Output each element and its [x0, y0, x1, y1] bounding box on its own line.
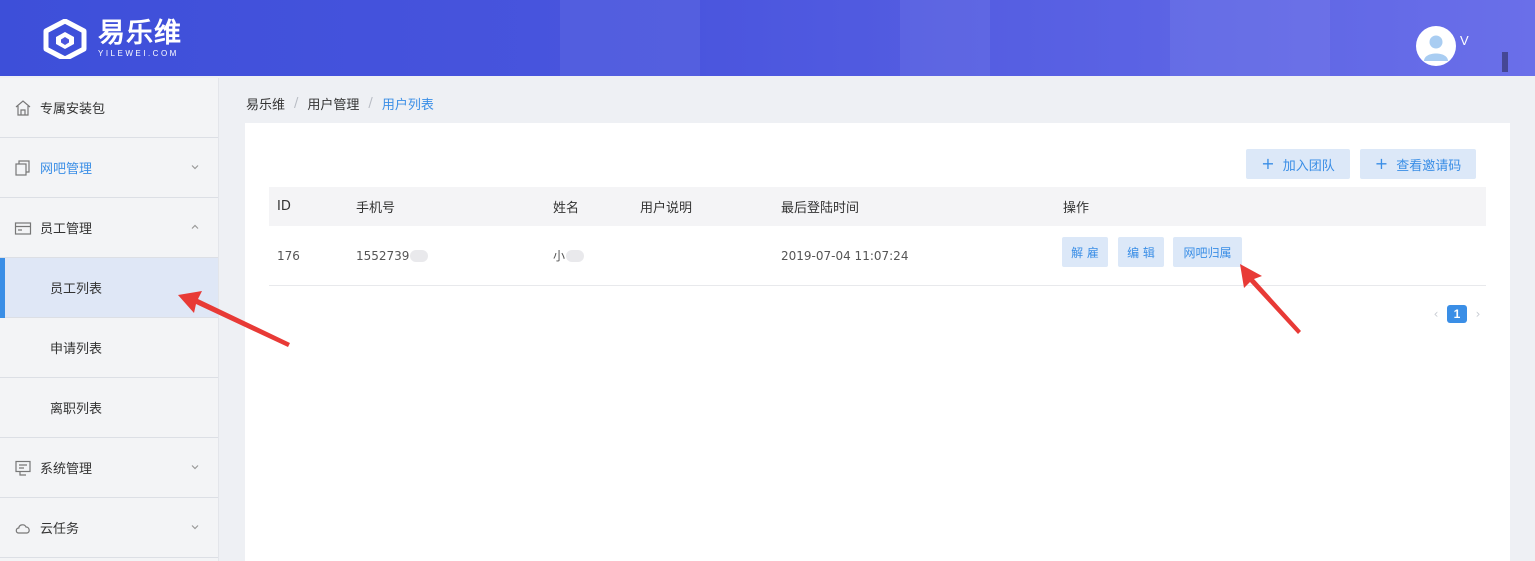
- app-logo[interactable]: 易乐维 YILEWEI.COM: [42, 19, 182, 59]
- chevron-down-icon: [191, 465, 199, 470]
- cloud-icon: [14, 519, 32, 537]
- sidebar-item-label: 专属安装包: [40, 102, 106, 117]
- header-decoration: [900, 0, 990, 76]
- column-header-phone: 手机号: [356, 201, 396, 216]
- sidebar-item-label: 系统管理: [40, 462, 93, 477]
- plus-icon: +: [1261, 154, 1275, 173]
- sidebar-item-staff-management[interactable]: 员工管理: [0, 198, 218, 258]
- header-decoration: [560, 0, 700, 76]
- cell-phone: 1552739: [356, 226, 429, 285]
- cell-last-login: 2019-07-04 11:07:24: [781, 248, 909, 263]
- sidebar-item-staff-list[interactable]: 员工列表: [0, 258, 218, 318]
- cell-phone-text: 1552739: [356, 248, 410, 263]
- chevron-down-icon: [191, 525, 199, 530]
- cell-name-text: 小: [553, 249, 566, 263]
- column-header-name: 姓名: [553, 201, 580, 216]
- card-icon: [14, 219, 32, 237]
- column-header-actions: 操作: [1063, 201, 1090, 216]
- join-team-label: 加入团队: [1282, 158, 1335, 174]
- redaction-blur: [566, 249, 585, 262]
- breadcrumb-item[interactable]: 易乐维: [246, 94, 285, 113]
- sidebar-item-label: 云任务: [40, 522, 80, 537]
- username[interactable]: V: [1460, 33, 1469, 48]
- sidebar-item-netcafe-management[interactable]: 网吧管理: [0, 138, 218, 198]
- column-header-id: ID: [277, 199, 291, 214]
- table-row: 176 1552739 小 2019-07-04 11:07:24 解 雇 编 …: [269, 226, 1486, 286]
- sidebar-item-label: 网吧管理: [40, 162, 93, 177]
- user-table: ID 手机号 姓名 用户说明 最后登陆时间 操作 176 1552739 小 2…: [269, 187, 1486, 286]
- content-card: + 加入团队 + 查看邀请码 ID 手机号 姓名 用户说明 最后登陆时间 操作 …: [245, 123, 1510, 561]
- cell-id: 176: [277, 248, 300, 263]
- pagination: ‹ 1 ›: [1431, 305, 1483, 323]
- top-header: 易乐维 YILEWEI.COM V: [0, 0, 1535, 76]
- sidebar-item-label: 申请列表: [50, 342, 103, 357]
- sidebar-item-label: 离职列表: [50, 402, 103, 417]
- header-edge-strip: [1502, 52, 1508, 72]
- breadcrumb-separator: /: [294, 96, 299, 111]
- prev-page-icon[interactable]: ‹: [1431, 307, 1441, 321]
- sidebar-item-label: 员工列表: [50, 282, 103, 297]
- breadcrumb-current: 用户列表: [381, 98, 434, 113]
- netcafe-ownership-button[interactable]: 网吧归属: [1173, 237, 1242, 267]
- dismiss-button[interactable]: 解 雇: [1062, 237, 1108, 267]
- logo-subtitle: YILEWEI.COM: [98, 48, 179, 58]
- user-avatar-icon: [1424, 35, 1448, 61]
- breadcrumb-item[interactable]: 用户管理: [307, 94, 359, 113]
- redaction-blur: [410, 249, 429, 262]
- next-page-icon[interactable]: ›: [1473, 307, 1483, 321]
- view-invite-code-label: 查看邀请码: [1396, 158, 1462, 174]
- header-decoration: [1170, 0, 1330, 76]
- copy-icon: [14, 159, 32, 177]
- sidebar-item-system-management[interactable]: 系统管理: [0, 438, 218, 498]
- join-team-button[interactable]: + 加入团队: [1246, 149, 1350, 179]
- edit-button[interactable]: 编 辑: [1118, 237, 1164, 267]
- sidebar: 专属安装包 网吧管理 员工管理 员工列表 申请列表 离职列表 系统管理 云任务: [0, 78, 219, 561]
- plus-icon: +: [1374, 154, 1389, 173]
- cell-name: 小: [553, 226, 585, 285]
- sidebar-item-application-list[interactable]: 申请列表: [0, 318, 218, 378]
- logo-mark-icon: [43, 19, 87, 59]
- sidebar-item-label: 员工管理: [40, 222, 93, 237]
- column-header-last-login: 最后登陆时间: [781, 201, 860, 216]
- table-header: ID 手机号 姓名 用户说明 最后登陆时间 操作: [269, 187, 1486, 226]
- house-icon: [14, 99, 32, 117]
- document-icon: [14, 459, 32, 477]
- logo-title: 易乐维: [98, 17, 182, 49]
- breadcrumb-separator: /: [368, 96, 373, 111]
- sidebar-item-cloud-tasks[interactable]: 云任务: [0, 498, 218, 558]
- chevron-up-icon: [191, 224, 199, 229]
- sidebar-item-install-package[interactable]: 专属安装包: [0, 78, 218, 138]
- chevron-down-icon: [191, 165, 199, 170]
- column-header-note: 用户说明: [640, 201, 693, 216]
- page-number-current[interactable]: 1: [1447, 305, 1467, 323]
- breadcrumb: 易乐维 / 用户管理 / 用户列表: [246, 94, 434, 113]
- user-avatar[interactable]: [1416, 26, 1456, 66]
- view-invite-code-button[interactable]: + 查看邀请码: [1360, 149, 1476, 179]
- sidebar-item-resigned-list[interactable]: 离职列表: [0, 378, 218, 438]
